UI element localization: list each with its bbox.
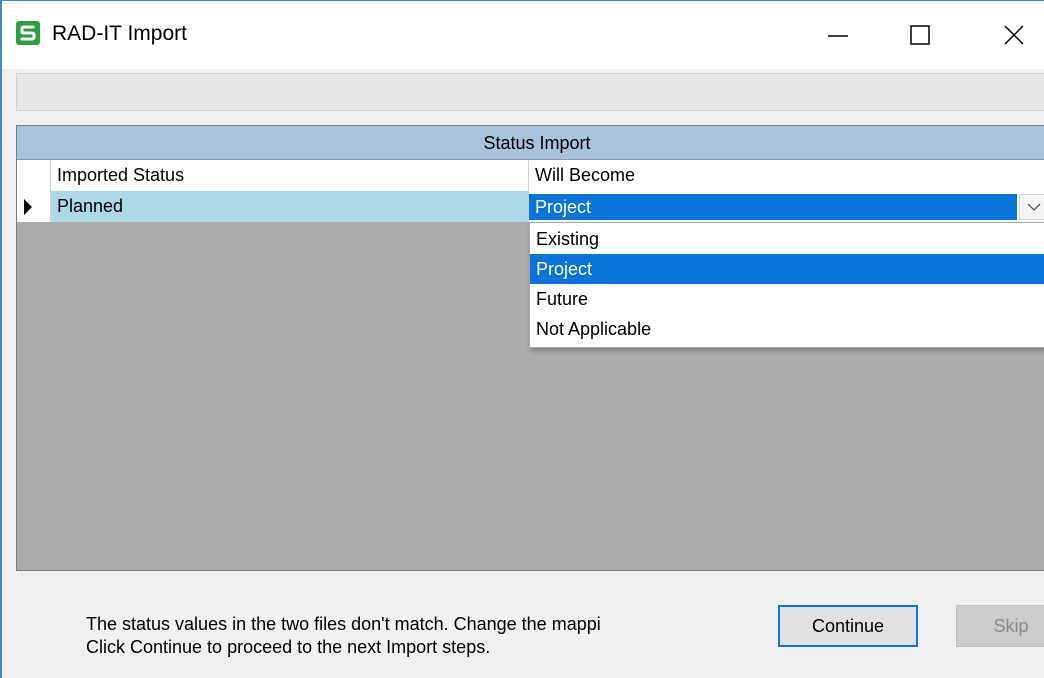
current-row-arrow-icon: [24, 199, 32, 215]
status-import-grid: Status Import Imported Status Will Becom…: [16, 125, 1044, 571]
continue-button[interactable]: Continue: [778, 605, 918, 647]
will-become-combobox[interactable]: Project: [529, 191, 1044, 222]
close-button[interactable]: [984, 15, 1044, 55]
will-become-dropdown-list: Existing Project Future Not Applicable: [529, 222, 1044, 348]
skip-button[interactable]: Skip: [956, 605, 1044, 647]
status-message-line-1: The status values in the two files don't…: [86, 614, 601, 634]
toolbar-strip: [16, 73, 1044, 111]
status-message-line-2: Click Continue to proceed to the next Im…: [86, 637, 491, 657]
dropdown-option-not-applicable[interactable]: Not Applicable: [530, 314, 1044, 344]
close-icon: [1004, 25, 1024, 45]
minimize-button[interactable]: [808, 15, 868, 55]
dropdown-toggle-button[interactable]: [1019, 194, 1044, 220]
cell-imported-status[interactable]: Planned: [51, 191, 529, 222]
title-bar: RAD-IT Import: [2, 1, 1044, 69]
dropdown-option-future[interactable]: Future: [530, 284, 1044, 314]
minimize-icon: [828, 35, 848, 37]
dropdown-option-existing[interactable]: Existing: [530, 224, 1044, 254]
grid-title: Status Import: [17, 126, 1044, 160]
status-message: The status values in the two files don't…: [86, 613, 601, 659]
maximize-icon: [910, 25, 930, 45]
header-row-indicator: [17, 160, 51, 191]
dropdown-option-project[interactable]: Project: [530, 254, 1044, 284]
column-header-imported-status[interactable]: Imported Status: [51, 160, 529, 191]
rad-it-import-window: RAD-IT Import Status Import Imported Sta…: [0, 0, 1044, 678]
column-header-will-become[interactable]: Will Become: [529, 160, 1044, 191]
combobox-selected-value[interactable]: Project: [529, 194, 1017, 220]
chevron-down-icon: [1027, 203, 1041, 211]
row-selector[interactable]: [17, 191, 51, 222]
app-s-icon: [16, 21, 40, 45]
maximize-button[interactable]: [890, 15, 950, 55]
window-title: RAD-IT Import: [52, 22, 187, 45]
